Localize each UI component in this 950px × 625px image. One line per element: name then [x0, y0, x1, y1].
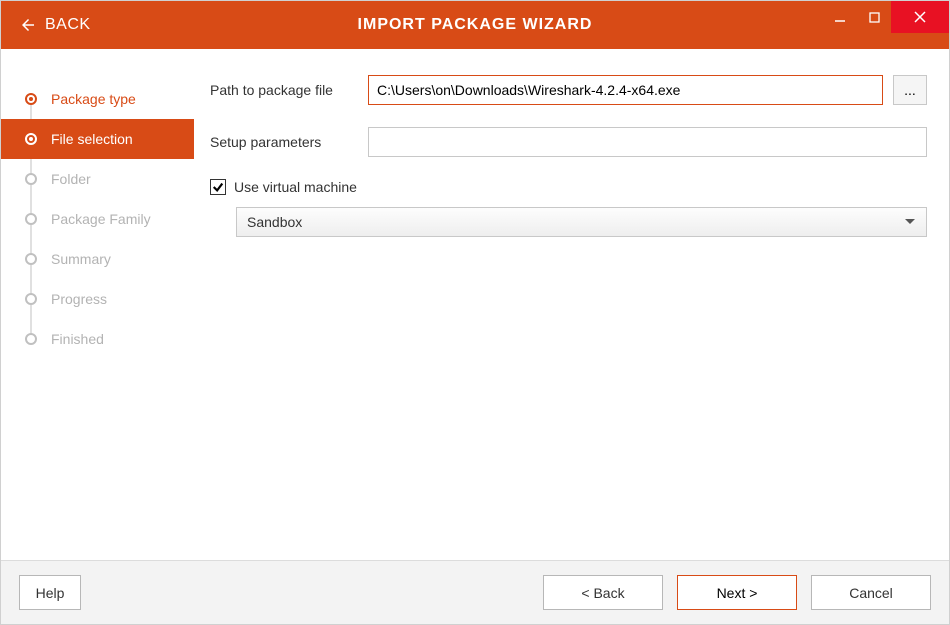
step-label: Progress — [51, 291, 107, 307]
step-marker-icon — [25, 173, 37, 185]
minimize-button[interactable] — [823, 1, 857, 33]
step-progress[interactable]: Progress — [1, 279, 194, 319]
use-vm-row: Use virtual machine — [210, 179, 927, 195]
step-finished[interactable]: Finished — [1, 319, 194, 359]
close-icon — [913, 10, 927, 24]
maximize-icon — [869, 12, 880, 23]
browse-button[interactable]: ... — [893, 75, 927, 105]
setup-label: Setup parameters — [210, 134, 368, 150]
step-package-type[interactable]: Package type — [1, 79, 194, 119]
back-nav-button[interactable]: < Back — [543, 575, 663, 610]
step-package-family[interactable]: Package Family — [1, 199, 194, 239]
path-input[interactable] — [368, 75, 883, 105]
form-panel: Path to package file ... Setup parameter… — [194, 49, 949, 560]
cancel-button[interactable]: Cancel — [811, 575, 931, 610]
vm-select[interactable]: Sandbox — [236, 207, 927, 237]
step-label: Finished — [51, 331, 104, 347]
maximize-button[interactable] — [857, 1, 891, 33]
step-label: File selection — [51, 131, 133, 147]
back-arrow-icon — [19, 16, 37, 34]
wizard-steps: Package type File selection Folder Packa… — [1, 49, 194, 560]
main-content: Package type File selection Folder Packa… — [1, 49, 949, 560]
step-label: Package Family — [51, 211, 151, 227]
path-label: Path to package file — [210, 82, 368, 98]
step-marker-icon — [25, 293, 37, 305]
close-button[interactable] — [891, 1, 949, 33]
window-controls — [823, 1, 949, 49]
next-button[interactable]: Next > — [677, 575, 797, 610]
step-marker-icon — [25, 253, 37, 265]
setup-row: Setup parameters — [210, 127, 927, 157]
back-button[interactable]: BACK — [1, 1, 109, 49]
step-marker-icon — [25, 133, 37, 145]
step-label: Package type — [51, 91, 136, 107]
footer-bar: Help < Back Next > Cancel — [1, 560, 949, 624]
footer-right: < Back Next > Cancel — [543, 575, 931, 610]
step-marker-icon — [25, 93, 37, 105]
help-button[interactable]: Help — [19, 575, 81, 610]
vm-select-value: Sandbox — [247, 214, 302, 230]
check-icon — [212, 181, 224, 193]
minimize-icon — [834, 11, 846, 23]
use-vm-label: Use virtual machine — [234, 179, 357, 195]
title-bar: BACK IMPORT PACKAGE WIZARD — [1, 1, 949, 49]
setup-input[interactable] — [368, 127, 927, 157]
step-summary[interactable]: Summary — [1, 239, 194, 279]
step-label: Summary — [51, 251, 111, 267]
step-marker-icon — [25, 333, 37, 345]
step-marker-icon — [25, 213, 37, 225]
back-label: BACK — [45, 16, 91, 34]
step-file-selection[interactable]: File selection — [1, 119, 194, 159]
window-title: IMPORT PACKAGE WIZARD — [358, 16, 593, 34]
path-row: Path to package file ... — [210, 75, 927, 105]
use-vm-checkbox[interactable] — [210, 179, 226, 195]
step-label: Folder — [51, 171, 91, 187]
chevron-down-icon — [904, 216, 916, 228]
step-folder[interactable]: Folder — [1, 159, 194, 199]
